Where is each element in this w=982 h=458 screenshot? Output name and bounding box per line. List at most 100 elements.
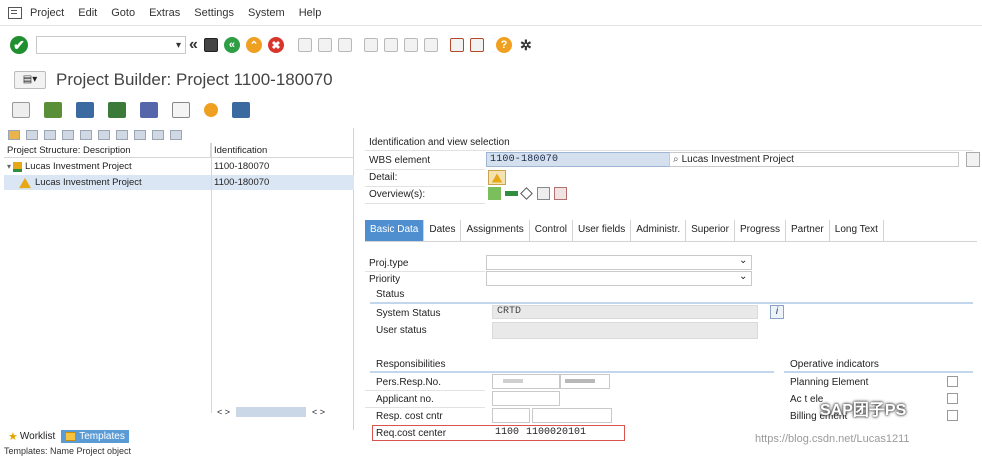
tab-dates[interactable]: Dates <box>424 220 462 241</box>
tab-control[interactable]: Control <box>530 220 573 241</box>
structure-pane: Project Structure: Description Identific… <box>4 128 354 430</box>
structure-tree-icon[interactable] <box>44 102 62 118</box>
horizontal-scrollbar[interactable]: < > < > <box>217 406 354 418</box>
tab-basic-data[interactable]: Basic Data <box>365 220 425 241</box>
scroll-arrows-left[interactable]: < > <box>217 407 230 417</box>
menu-toggle-icon[interactable]: ▤▾ <box>14 71 46 89</box>
command-field[interactable] <box>36 36 186 54</box>
proj-type-select[interactable] <box>486 255 752 270</box>
expand-node-icon[interactable]: ▾ <box>7 159 11 174</box>
tree-row-project[interactable]: ▾ Lucas Investment Project 1100-180070 <box>4 159 354 174</box>
last-page-icon[interactable] <box>423 38 438 52</box>
wbs-element-input[interactable]: 1100-180070 <box>486 152 670 167</box>
shortcut-icon[interactable] <box>469 38 484 52</box>
menu-system[interactable]: System <box>248 7 285 19</box>
settings-list-icon[interactable] <box>232 102 250 118</box>
tab-assignments[interactable]: Assignments <box>461 220 530 241</box>
priority-select[interactable] <box>486 271 752 286</box>
tab-long-text[interactable]: Long Text <box>830 220 884 241</box>
help-icon[interactable]: ? <box>495 37 512 53</box>
detail-wbs-button[interactable] <box>488 170 506 185</box>
scroll-arrows-right[interactable]: < > <box>312 407 325 417</box>
command-dropdown-icon[interactable]: ▾ <box>176 40 181 51</box>
overview-activity-icon[interactable] <box>505 191 518 196</box>
trash-icon[interactable] <box>116 130 128 140</box>
tab-administr[interactable]: Administr. <box>631 220 687 241</box>
tree-row-wbs[interactable]: Lucas Investment Project 1100-180070 <box>4 175 354 190</box>
binoculars-icon[interactable] <box>134 130 146 140</box>
milestone-icon[interactable] <box>204 103 218 117</box>
collapse-icon[interactable] <box>170 130 182 140</box>
tree-wbs-desc: Lucas Investment Project <box>35 177 142 188</box>
graphic-icon[interactable] <box>140 102 158 118</box>
other-project-icon[interactable] <box>12 102 30 118</box>
billing-element-checkbox[interactable] <box>947 410 958 421</box>
next-page-icon[interactable] <box>403 38 418 52</box>
resp-cc-co-input[interactable] <box>492 408 530 423</box>
watermark-url: https://blog.csdn.net/Lucas1211 <box>755 433 910 445</box>
overview-components-icon[interactable] <box>554 187 567 200</box>
tab-templates[interactable]: Templates <box>61 429 129 443</box>
customize-layout-icon[interactable]: ✲ <box>520 37 532 54</box>
menu-settings[interactable]: Settings <box>194 7 234 19</box>
hierarchy-icon[interactable] <box>76 102 94 118</box>
exit-button-icon[interactable]: ⌃ <box>245 37 262 53</box>
expand-icon[interactable] <box>8 130 20 140</box>
search-icon[interactable]: ⌕ <box>673 153 679 166</box>
system-menu-icon[interactable] <box>8 6 22 19</box>
tab-superior[interactable]: Superior <box>686 220 735 241</box>
document-icon[interactable] <box>172 102 190 118</box>
applicant-input[interactable] <box>492 391 560 406</box>
proj-type-dropdown-icon[interactable]: ⌄ <box>739 255 747 266</box>
copy-icon[interactable] <box>62 130 74 140</box>
priority-dropdown-icon[interactable]: ⌄ <box>739 271 747 282</box>
status-info-button[interactable]: i <box>770 305 784 319</box>
project-definition-icon <box>13 161 23 172</box>
resp-cost-center-label: Resp. cost cntr <box>376 411 443 422</box>
cut-icon[interactable] <box>98 130 110 140</box>
back-button-icon[interactable]: « <box>223 37 240 53</box>
paste-icon[interactable] <box>80 130 92 140</box>
find-next-icon[interactable] <box>337 38 352 52</box>
delete-icon[interactable] <box>44 130 56 140</box>
planning-element-checkbox[interactable] <box>947 376 958 387</box>
save-icon[interactable] <box>203 38 218 52</box>
enter-button[interactable]: ✔ <box>10 36 28 54</box>
watermark-brand: SAP团子PS <box>820 402 907 419</box>
new-icon[interactable] <box>26 130 38 140</box>
menu-goto[interactable]: Goto <box>111 7 135 19</box>
menu-extras[interactable]: Extras <box>149 7 180 19</box>
resp-cost-center-input[interactable] <box>532 408 612 423</box>
tab-worklist[interactable]: ★ Worklist <box>4 429 59 444</box>
worklist-tabs: ★ Worklist Templates <box>4 428 354 444</box>
network-icon[interactable] <box>108 102 126 118</box>
overview-milestone-icon[interactable] <box>520 187 533 200</box>
column-description[interactable]: Project Structure: Description <box>4 143 211 157</box>
tab-partner[interactable]: Partner <box>786 220 830 241</box>
back-arrows-icon[interactable]: « <box>189 36 198 54</box>
previous-page-icon[interactable] <box>383 38 398 52</box>
pers-resp-label: Pers.Resp.No. <box>376 377 442 388</box>
detail-panel: Identification and view selection WBS el… <box>360 128 982 458</box>
filter-icon[interactable] <box>152 130 164 140</box>
print-icon[interactable] <box>297 38 312 52</box>
tree-project-id: 1100-180070 <box>214 161 270 172</box>
first-page-icon[interactable] <box>363 38 378 52</box>
overview-wbs-icon[interactable] <box>488 187 501 200</box>
column-identification[interactable]: Identification <box>211 143 267 157</box>
menu-help[interactable]: Help <box>299 7 322 19</box>
tab-progress[interactable]: Progress <box>735 220 786 241</box>
user-status-label: User status <box>376 325 427 336</box>
menu-edit[interactable]: Edit <box>78 7 97 19</box>
blurred-name <box>565 379 595 383</box>
tab-user-fields[interactable]: User fields <box>573 220 632 241</box>
scroll-thumb[interactable] <box>236 407 307 417</box>
req-cc-company-code: 1100 <box>495 427 520 438</box>
account-assignment-checkbox[interactable] <box>947 393 958 404</box>
menu-project[interactable]: Project <box>30 7 64 19</box>
cancel-button-icon[interactable]: ✖ <box>267 37 284 53</box>
find-icon[interactable] <box>317 38 332 52</box>
create-session-icon[interactable] <box>449 38 464 52</box>
edit-description-icon[interactable] <box>966 152 980 167</box>
overview-docs-icon[interactable] <box>537 187 550 200</box>
